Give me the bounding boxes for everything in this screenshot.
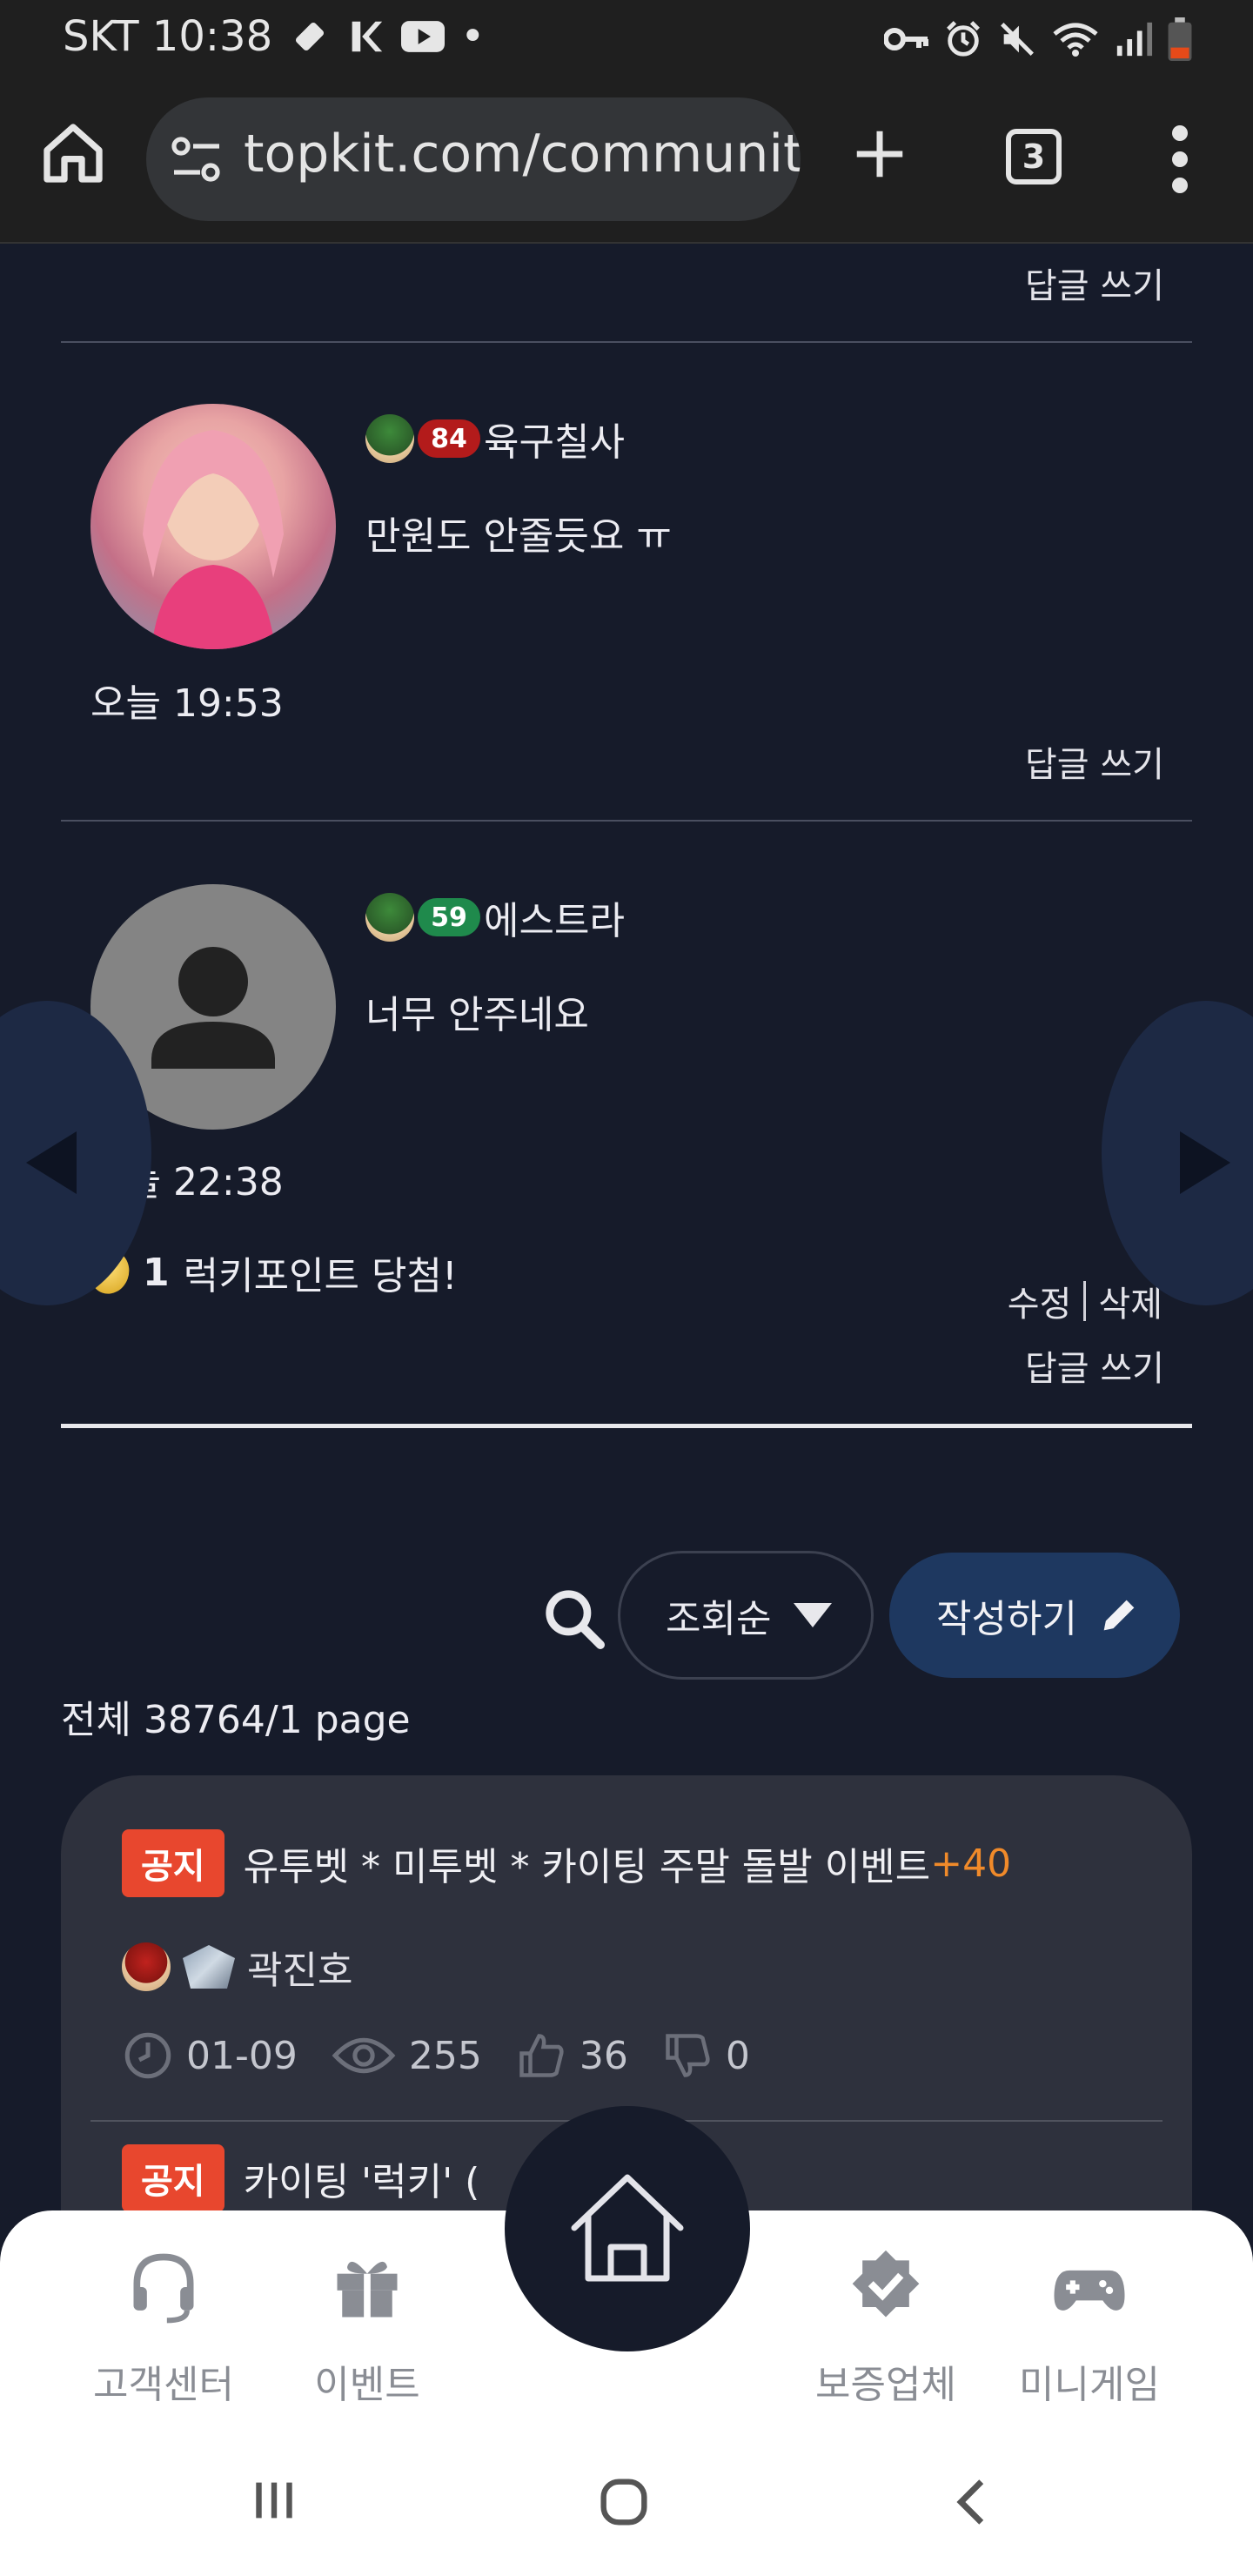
home-icon	[571, 2174, 684, 2282]
lucky-count: 1	[143, 1250, 170, 1295]
lucky-text: 럭키포인트 당첨!	[183, 1254, 458, 1298]
sort-dropdown[interactable]: 조회순	[618, 1551, 874, 1680]
new-tab-icon[interactable]	[849, 124, 910, 184]
reply-link[interactable]: 답글 쓰기	[1025, 1340, 1164, 1391]
notification-dot: •	[460, 12, 486, 61]
verified-badge-icon	[852, 2250, 920, 2318]
more-menu-icon[interactable]	[1154, 120, 1206, 198]
clock-icon	[124, 2032, 171, 2079]
write-post-button[interactable]: 작성하기	[889, 1553, 1180, 1678]
comment-count: +40	[930, 1841, 1012, 1886]
browser-toolbar: topkit.com/community 3	[0, 78, 1253, 244]
nav-minigame[interactable]: 미니게임	[1002, 2247, 1176, 2409]
comment-time: 오늘 19:53	[90, 681, 284, 726]
chevron-down-icon	[794, 1603, 833, 1627]
recents-icon[interactable]	[244, 2470, 305, 2531]
home-circle-icon[interactable]	[593, 2472, 654, 2532]
system-nav-bar	[0, 2428, 1253, 2576]
nav-label: 고객센터	[93, 2363, 234, 2407]
comment-author[interactable]: 84 육구칠사	[365, 411, 625, 466]
like-count: 36	[579, 2033, 628, 2078]
mute-icon	[1001, 23, 1034, 56]
post-title[interactable]: 유투벳 * 미투벳 * 카이팅 주말 돌발 이벤트	[244, 1835, 931, 1891]
post-date: 01-09	[186, 2033, 298, 2078]
battery-icon	[1168, 17, 1192, 61]
comment-divider	[61, 341, 1192, 343]
gift-icon	[337, 2261, 398, 2318]
author-name: 곽진호	[247, 1949, 353, 1993]
level-badge: 84	[418, 419, 480, 458]
separator	[1083, 1281, 1087, 1321]
nav-event[interactable]: 이벤트	[280, 2247, 454, 2409]
alarm-icon	[947, 21, 980, 57]
reply-link[interactable]: 답글 쓰기	[1025, 736, 1164, 787]
chevron-right-icon	[1180, 1131, 1230, 1194]
username: 에스트라	[484, 899, 625, 943]
notice-badge: 공지	[122, 1829, 224, 1897]
pencil-icon	[1103, 1600, 1135, 1631]
comment-actions: 수정 삭제	[1008, 1276, 1163, 1326]
nav-label: 미니게임	[1019, 2363, 1160, 2407]
avatar[interactable]	[90, 404, 336, 649]
sort-label: 조회순	[666, 1597, 772, 1641]
home-fab-button[interactable]	[505, 2106, 750, 2351]
youtube-icon	[401, 21, 446, 52]
post-meta: 01-09 255 36 0	[122, 2029, 783, 2082]
wifi-icon	[1053, 23, 1098, 57]
rank-helmet-icon	[365, 414, 414, 463]
key-icon	[884, 28, 928, 50]
rank-helmet-icon	[365, 893, 414, 942]
comment-text: 만원도 안줄듯요 ㅠ	[365, 514, 672, 559]
admin-badge-icon	[122, 1942, 171, 1991]
dislike-count: 0	[725, 2033, 750, 2078]
eraser-icon	[296, 22, 325, 51]
nav-label: 이벤트	[314, 2363, 420, 2407]
thumbs-down-icon	[666, 2034, 710, 2077]
url-text: topkit.com/community	[244, 124, 801, 184]
carrier-time: SKT 10:38	[63, 12, 273, 61]
section-divider	[61, 1424, 1192, 1428]
gamepad-icon	[1054, 2270, 1125, 2311]
address-bar[interactable]: topkit.com/community	[146, 97, 801, 221]
nav-label: 보증업체	[815, 2363, 956, 2407]
edit-link[interactable]: 수정	[1008, 1276, 1072, 1326]
rank-emblem-icon	[183, 1945, 235, 1989]
back-icon[interactable]	[943, 2472, 1004, 2532]
next-arrow-button[interactable]	[1102, 1001, 1253, 1305]
thumbs-up-icon	[519, 2034, 564, 2077]
write-label: 작성하기	[936, 1597, 1077, 1641]
headset-icon	[133, 2253, 194, 2324]
status-bar: SKT 10:38 •	[0, 0, 1253, 78]
chevron-left-icon	[26, 1131, 77, 1194]
post-total: 전체 38764/1 page	[61, 1698, 411, 1742]
nav-verified[interactable]: 보증업체	[799, 2247, 973, 2409]
lucky-point-notice: 1 럭키포인트 당첨!	[84, 1244, 458, 1300]
reply-link[interactable]: 답글 쓰기	[1025, 258, 1164, 308]
comment-text: 너무 안주네요	[365, 993, 589, 1037]
notice-badge: 공지	[122, 2144, 224, 2212]
view-count: 255	[408, 2033, 482, 2078]
app-k-icon	[352, 21, 383, 52]
eye-icon	[332, 2037, 396, 2074]
profile-photo-icon	[143, 430, 284, 649]
search-icon[interactable]	[539, 1584, 609, 1654]
signal-icon	[1116, 22, 1153, 57]
site-settings-icon[interactable]	[171, 136, 223, 184]
level-badge: 59	[418, 898, 480, 936]
comment-author[interactable]: 59 에스트라	[365, 889, 625, 945]
post-title[interactable]: 카이팅 '럭키' (	[244, 2150, 480, 2206]
home-icon[interactable]	[38, 118, 108, 188]
nav-customer-center[interactable]: 고객센터	[77, 2247, 251, 2409]
post-author[interactable]: 곽진호	[122, 1939, 352, 1995]
comment-divider	[61, 820, 1192, 822]
username: 육구칠사	[484, 420, 625, 465]
tab-switcher-button[interactable]: 3	[1006, 129, 1062, 184]
